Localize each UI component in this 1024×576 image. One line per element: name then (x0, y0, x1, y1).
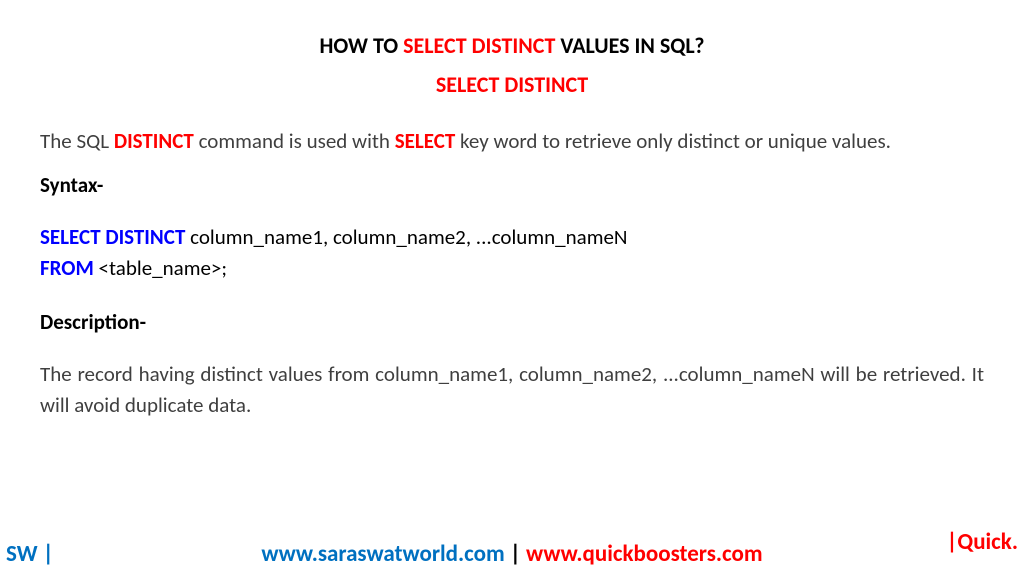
syntax-block: SELECT DISTINCT column_name1, column_nam… (40, 222, 984, 285)
sql-keyword-from: FROM (40, 255, 94, 281)
footer-url-2: www.quickboosters.com (526, 540, 763, 568)
footer-center-urls: www.saraswatworld.com | www.quickbooster… (261, 540, 762, 568)
syntax-label: Syntax- (40, 172, 984, 198)
intro-keyword-select: SELECT (395, 128, 456, 154)
footer-right-brand: |Quick. (946, 528, 1018, 556)
slide-footer: SW | www.saraswatworld.com | www.quickbo… (0, 540, 1024, 568)
title-pre: HOW TO (320, 32, 404, 59)
footer-separator: | (505, 540, 526, 568)
intro-text-1: The SQL (40, 128, 114, 154)
syntax-line-2: FROM <table_name>; (40, 253, 984, 285)
slide-content: HOW TO SELECT DISTINCT VALUES IN SQL? SE… (0, 0, 1024, 422)
slide-title: HOW TO SELECT DISTINCT VALUES IN SQL? (40, 32, 984, 59)
sql-keyword-select-distinct: SELECT DISTINCT (40, 224, 185, 250)
syntax-columns: column_name1, column_name2, ...column_na… (185, 224, 627, 250)
intro-text-2: command is used with (194, 128, 395, 154)
intro-keyword-distinct: DISTINCT (114, 128, 194, 154)
syntax-table: <table_name>; (94, 255, 227, 281)
description-label: Description- (40, 309, 984, 335)
footer-url-1: www.saraswatworld.com (261, 540, 504, 568)
footer-left-brand: SW | (6, 540, 54, 568)
slide-subtitle: SELECT DISTINCT (40, 71, 984, 98)
title-post: VALUES IN SQL? (555, 32, 704, 59)
title-highlight: SELECT DISTINCT (403, 32, 555, 59)
intro-text-3: key word to retrieve only distinct or un… (455, 128, 891, 154)
intro-paragraph: The SQL DISTINCT command is used with SE… (40, 126, 984, 158)
description-paragraph: The record having distinct values from c… (40, 359, 984, 422)
syntax-line-1: SELECT DISTINCT column_name1, column_nam… (40, 222, 984, 254)
